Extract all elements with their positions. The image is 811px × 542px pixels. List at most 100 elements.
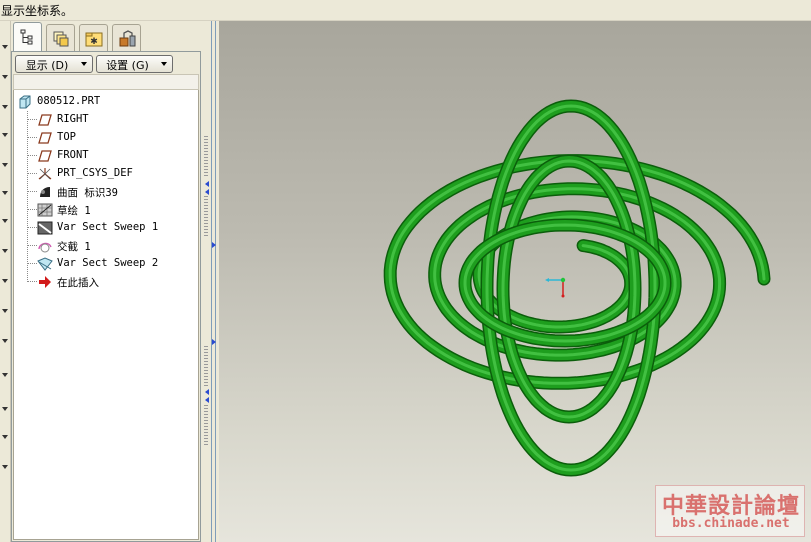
splitter-grip[interactable] (204, 405, 208, 445)
csys-x-arrow (545, 278, 549, 282)
tree-item-label: FRONT (57, 149, 89, 161)
model-tree-icon (20, 29, 33, 45)
tree-column-header[interactable] (13, 74, 199, 90)
chevron-down-icon[interactable] (2, 249, 8, 253)
datum-plane-icon (38, 150, 52, 162)
tree-item-var-sect-sweep-2[interactable]: Var Sect Sweep 2 (14, 255, 198, 273)
chevron-down-icon[interactable] (2, 407, 8, 411)
show-dropdown-button[interactable]: 显示 (D) (15, 55, 93, 73)
expand-right-icon[interactable] (212, 242, 216, 248)
chevron-down-icon[interactable] (2, 219, 8, 223)
csys-origin (560, 277, 566, 283)
tree-item-sketch[interactable]: 草绘 1 (14, 201, 198, 219)
tab-model-tree[interactable] (13, 22, 42, 52)
left-toolbar-strip (0, 21, 11, 542)
tree-item-root[interactable]: 080512.PRT (14, 93, 198, 111)
message-text: 显示坐标系。 (1, 4, 74, 18)
splitter-grip[interactable] (204, 136, 208, 176)
collapse-left-icon[interactable] (205, 397, 209, 403)
chevron-down-icon[interactable] (2, 163, 8, 167)
tree-item-label: 曲面 标识39 (57, 187, 118, 199)
tree-item-label: TOP (57, 131, 76, 143)
chevron-down-icon[interactable] (2, 435, 8, 439)
model-view (383, 99, 771, 477)
chevron-down-icon[interactable] (2, 105, 8, 109)
tab-tools[interactable] (112, 24, 141, 51)
tree-item-label: 080512.PRT (37, 95, 101, 107)
var-sect-sweep-icon (37, 221, 53, 235)
chevron-down-icon[interactable] (2, 75, 8, 79)
panel-splitter[interactable] (201, 21, 219, 542)
tree-connector (27, 191, 37, 192)
tree-item-label: 交截 1 (57, 241, 91, 253)
navigator-tabs: ✱ (11, 21, 201, 52)
surface-icon (40, 187, 50, 197)
tree-item-label: PRT_CSYS_DEF (57, 167, 133, 179)
collapse-left-icon[interactable] (205, 181, 209, 187)
tree-item-label: 在此插入 (57, 277, 99, 289)
tab-layers[interactable] (46, 24, 75, 51)
chevron-down-icon[interactable] (2, 191, 8, 195)
tree-item-front[interactable]: FRONT (14, 147, 198, 165)
tree-item-label: RIGHT (57, 113, 89, 125)
show-dropdown-label: 显示 (D) (25, 59, 69, 72)
collapse-left-icon[interactable] (205, 189, 209, 195)
collapse-left-icon[interactable] (205, 389, 209, 395)
tree-item-label: Var Sect Sweep 1 (57, 221, 159, 233)
model-tree: 080512.PRT RIGHT TOP FRONT PRT_CSYS_DEF … (13, 90, 199, 540)
splitter-line (211, 21, 212, 542)
chevron-down-icon[interactable] (2, 339, 8, 343)
chevron-down-icon (161, 62, 167, 66)
tree-connector (27, 227, 37, 228)
tree-connector (27, 263, 37, 264)
settings-dropdown-button[interactable]: 设置 (G) (96, 55, 173, 73)
var-sect-sweep-icon (37, 257, 53, 271)
model-tree-panel: 显示 (D) 设置 (G) 080512.PRT RIGHT TOP FRONT… (11, 51, 201, 542)
tools-icon (119, 30, 136, 47)
splitter-line (215, 21, 216, 542)
svg-text:✱: ✱ (90, 37, 98, 47)
splitter-grip[interactable] (204, 196, 208, 236)
tree-connector (27, 173, 37, 174)
csys-z-tip (561, 294, 565, 298)
tree-item-top[interactable]: TOP (14, 129, 198, 147)
settings-dropdown-label: 设置 (G) (106, 59, 149, 72)
expand-right-icon[interactable] (212, 339, 216, 345)
graphics-viewport[interactable] (219, 21, 811, 542)
tab-folder-browser[interactable]: ✱ (79, 24, 108, 51)
insert-here-arrow-icon (39, 276, 51, 288)
tree-item-surface[interactable]: 曲面 标识39 (14, 183, 198, 201)
datum-plane-icon (38, 132, 52, 144)
tree-item-right[interactable]: RIGHT (14, 111, 198, 129)
intersect-icon (38, 242, 52, 253)
coordinate-system-triad (545, 277, 566, 298)
chevron-down-icon[interactable] (2, 279, 8, 283)
forum-watermark: 中華設計論壇 bbs.chinade.net (655, 485, 805, 537)
part-icon (19, 95, 31, 109)
chevron-down-icon[interactable] (2, 373, 8, 377)
tree-connector (27, 281, 37, 282)
sketch-icon (37, 203, 53, 217)
tree-item-label: Var Sect Sweep 2 (57, 257, 159, 269)
tree-item-intersect[interactable]: 交截 1 (14, 237, 198, 255)
tree-connector (27, 137, 37, 138)
chevron-down-icon[interactable] (2, 45, 8, 49)
coordinate-system-icon (38, 168, 52, 180)
tree-connector (27, 155, 37, 156)
tree-connector (27, 119, 37, 120)
tree-connector (27, 209, 37, 210)
splitter-grip[interactable] (204, 346, 208, 386)
chevron-down-icon[interactable] (2, 133, 8, 137)
message-bar: 显示坐标系。 (0, 0, 811, 21)
tree-item-insert-here[interactable]: 在此插入 (14, 273, 198, 291)
datum-plane-icon (38, 114, 52, 126)
layers-icon (53, 31, 69, 47)
chevron-down-icon (81, 62, 87, 66)
chevron-down-icon[interactable] (2, 309, 8, 313)
tree-item-var-sect-sweep-1[interactable]: Var Sect Sweep 1 (14, 219, 198, 237)
tree-item-csys[interactable]: PRT_CSYS_DEF (14, 165, 198, 183)
chevron-down-icon[interactable] (2, 465, 8, 469)
tree-connector (27, 245, 37, 246)
favorites-folder-icon: ✱ (85, 32, 103, 47)
coil-model[interactable] (383, 99, 771, 477)
